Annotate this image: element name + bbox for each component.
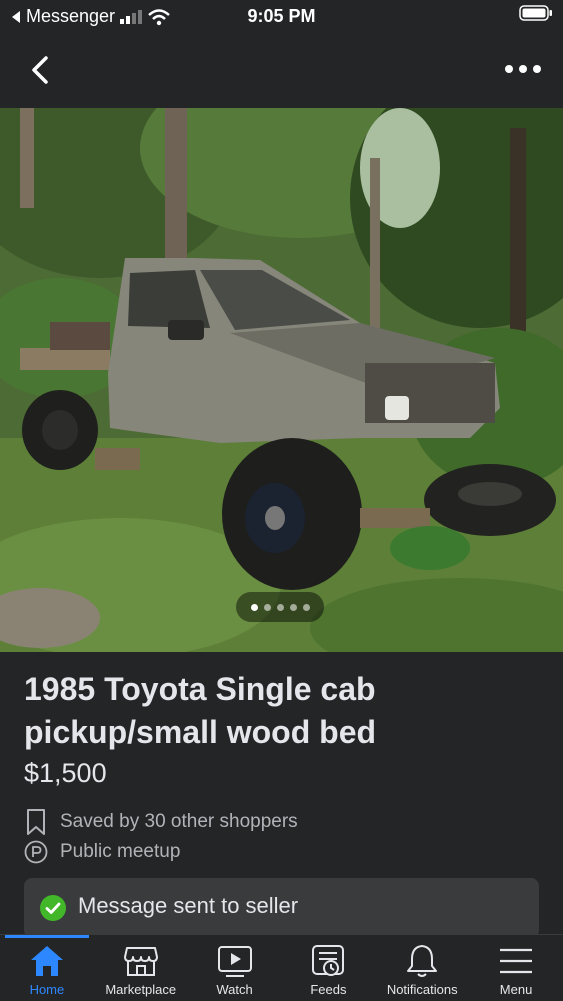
meetup-text: Public meetup (60, 841, 181, 862)
status-bar: Messenger 9:05 PM (0, 0, 563, 34)
tab-menu[interactable]: Menu (469, 935, 563, 1001)
message-sent-toast: Message sent to seller (24, 878, 539, 938)
tab-label: Notifications (386, 982, 458, 997)
tab-feeds[interactable]: Feeds (281, 935, 375, 1001)
photo-pager[interactable] (236, 592, 324, 622)
listing-price: $1,500 (24, 758, 107, 788)
tab-label: Marketplace (105, 982, 177, 997)
tab-home[interactable]: Home (0, 935, 94, 1001)
nav-bar (0, 34, 563, 108)
chevron-left-icon (32, 56, 48, 84)
bottom-tab-bar: Home Marketplace Watch Feeds Notificatio… (0, 934, 563, 1001)
feeds-icon (312, 945, 345, 976)
tab-label: Menu (499, 982, 533, 997)
tab-label: Feeds (310, 982, 347, 997)
home-icon (30, 946, 63, 976)
clock: 9:05 PM (247, 6, 316, 26)
bookmark-icon (27, 809, 45, 835)
saved-count-text: Saved by 30 other shoppers (60, 811, 298, 832)
check-circle-icon (40, 895, 66, 921)
saved-count-row: Saved by 30 other shoppers (24, 808, 298, 836)
parking-circle-icon (24, 840, 48, 864)
marketplace-icon (123, 947, 158, 976)
bell-icon (407, 945, 438, 977)
pager-dot[interactable] (276, 603, 284, 611)
more-options-button[interactable] (501, 52, 545, 88)
watch-icon (217, 946, 252, 977)
tab-watch[interactable]: Watch (188, 935, 282, 1001)
toast-text: Message sent to seller (78, 893, 299, 918)
truck-photo-image (0, 108, 563, 652)
tab-marketplace[interactable]: Marketplace (94, 935, 188, 1001)
meetup-row: Public meetup (24, 839, 180, 865)
back-button[interactable] (22, 50, 62, 90)
listing-title: 1985 Toyota Single cab pickup/small wood… (24, 671, 377, 750)
pager-dot[interactable] (289, 603, 297, 611)
listing-photo[interactable] (0, 108, 563, 652)
pager-dot[interactable] (263, 603, 271, 611)
tab-notifications[interactable]: Notifications (375, 935, 469, 1001)
battery-icon (519, 5, 552, 21)
menu-icon (500, 948, 533, 974)
pager-dot[interactable] (302, 603, 310, 611)
pager-dot[interactable] (250, 603, 258, 611)
tab-label: Home (29, 982, 65, 997)
tab-label: Watch (216, 982, 253, 997)
more-horizontal-icon (505, 65, 541, 73)
